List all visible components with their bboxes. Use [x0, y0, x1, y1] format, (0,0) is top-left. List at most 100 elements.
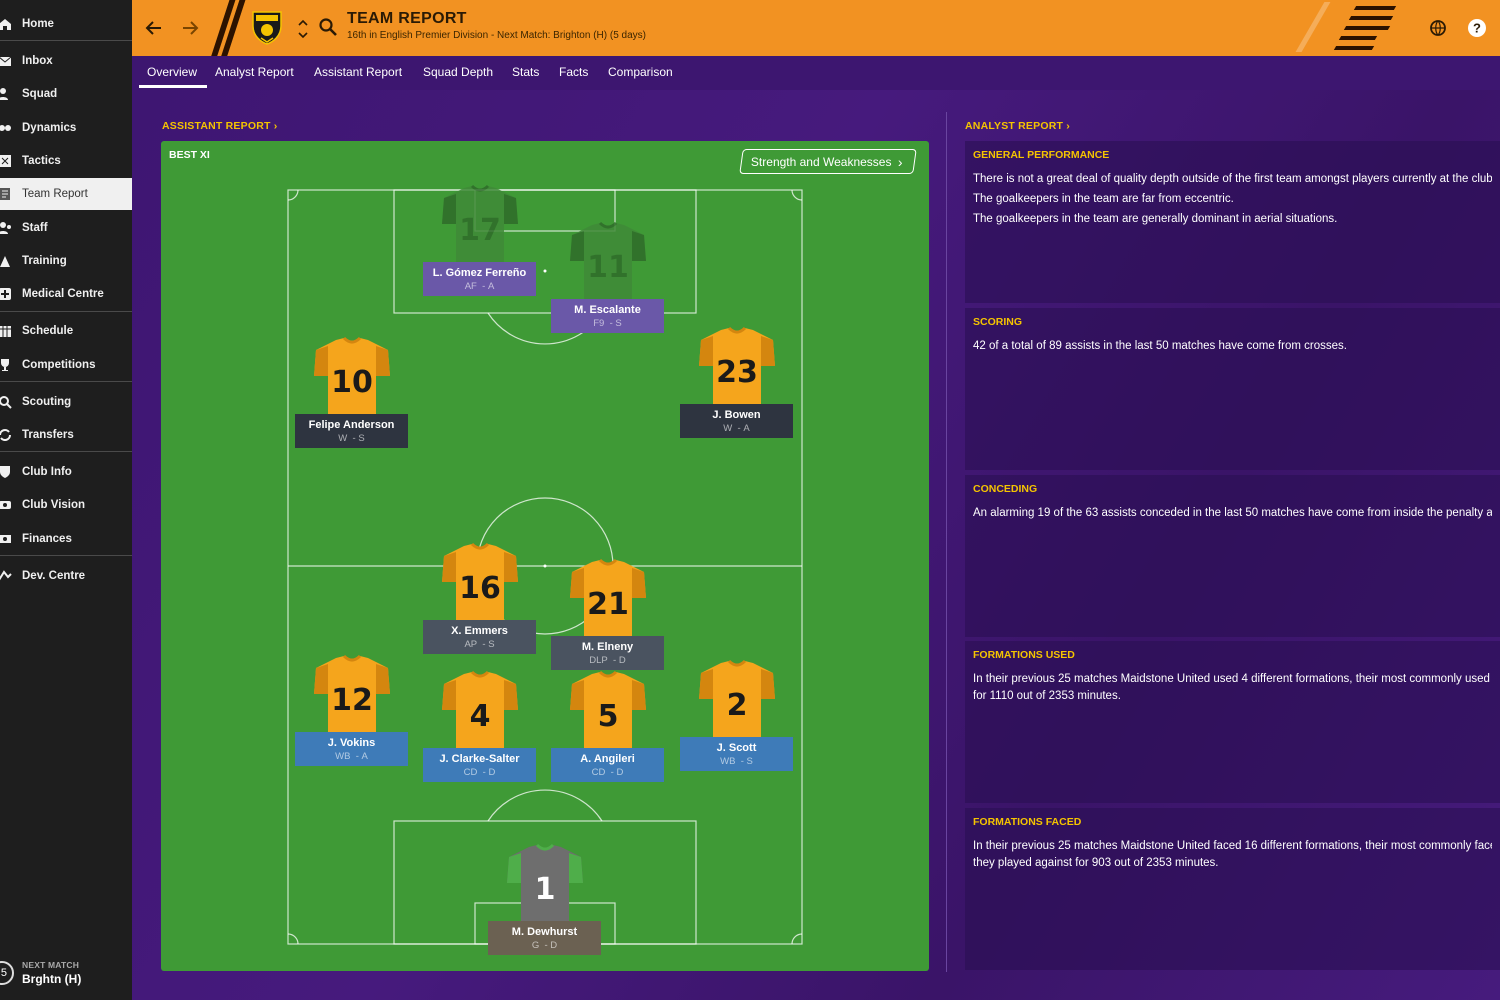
sidebar-item-tactics[interactable]: Tactics: [0, 145, 132, 177]
sidebar-item-squad[interactable]: Squad: [0, 78, 132, 110]
player-duty: D: [488, 766, 496, 778]
sidebar-item-club-vision[interactable]: Club Vision: [0, 489, 132, 521]
next-match-label: NEXT MATCH: [22, 960, 80, 970]
shirt-number: 23: [716, 355, 758, 390]
player-role: F9 - S: [593, 318, 622, 329]
player-plate[interactable]: X. Emmers AP - S: [423, 620, 536, 654]
player-plate[interactable]: A. Angileri CD - D: [551, 748, 664, 782]
tab-label: Stats: [512, 65, 540, 79]
player-role: W - S: [338, 433, 364, 444]
player-plate[interactable]: J. Vokins WB - A: [295, 732, 408, 766]
player-plate[interactable]: M. Escalante F9 - S: [551, 299, 664, 333]
shirt-icon: 21: [569, 558, 646, 636]
analyst-report-link[interactable]: ANALYST REPORT ›: [965, 120, 1070, 132]
player-card[interactable]: 5 A. Angileri CD - D: [551, 670, 664, 782]
sidebar-item-schedule[interactable]: Schedule: [0, 315, 132, 347]
search-button[interactable]: [318, 17, 338, 37]
sidebar-item-scouting[interactable]: Scouting: [0, 386, 132, 418]
back-button[interactable]: [140, 14, 168, 42]
tab-facts[interactable]: Facts: [559, 56, 588, 88]
club-switcher[interactable]: [298, 17, 308, 41]
sidebar-item-dev-centre[interactable]: Dev. Centre: [0, 560, 132, 592]
sidebar-item-medical-centre[interactable]: Medical Centre: [0, 278, 132, 310]
sidebar-item-staff[interactable]: Staff: [0, 212, 132, 244]
report-card-conceding: CONCEDING An alarming 19 of the 63 assist…: [965, 475, 1500, 637]
assistant-report-link[interactable]: ASSISTANT REPORT ›: [162, 120, 277, 132]
sidebar-item-finances[interactable]: Finances: [0, 523, 132, 555]
player-plate[interactable]: J. Scott WB - S: [680, 737, 793, 771]
help-button[interactable]: ?: [1463, 14, 1491, 42]
player-name: M. Escalante: [574, 303, 641, 316]
forward-button[interactable]: [176, 14, 204, 42]
strength-weaknesses-button[interactable]: Strength and Weaknesses ›: [739, 149, 917, 174]
player-position: F9: [593, 317, 605, 329]
sidebar-item-home[interactable]: Home: [0, 8, 132, 40]
player-card[interactable]: 17 L. Gómez Ferreño AF - A: [423, 184, 536, 296]
player-duty: A: [361, 750, 368, 762]
sidebar-item-competitions[interactable]: Competitions: [0, 349, 132, 381]
report-card-text: for 1110 out of 2353 minutes.: [973, 690, 1121, 702]
player-plate[interactable]: J. Bowen W - A: [680, 404, 793, 438]
player-card[interactable]: 4 J. Clarke-Salter CD - D: [423, 670, 536, 782]
next-match-badge: 5: [0, 961, 14, 985]
page-subtitle: 16th in English Premier Division - Next …: [347, 30, 646, 41]
club-crest-icon: [252, 11, 282, 45]
medical-icon: [0, 287, 12, 301]
analyst-report-heading: ANALYST REPORT: [965, 120, 1064, 132]
player-name: J. Bowen: [712, 408, 761, 421]
player-duty: S: [488, 638, 495, 650]
tab-squad-depth[interactable]: Squad Depth: [423, 56, 493, 88]
sidebar-item-dynamics[interactable]: Dynamics: [0, 112, 132, 144]
role-separator: -: [732, 422, 744, 434]
chevron-right-icon: ›: [273, 120, 278, 132]
transfers-icon: [0, 428, 12, 442]
role-separator: -: [539, 939, 551, 951]
tab-overview[interactable]: Overview: [147, 56, 197, 88]
tab-comparison[interactable]: Comparison: [608, 56, 673, 88]
role-separator: -: [604, 317, 616, 329]
role-separator: -: [607, 654, 619, 666]
player-duty: S: [746, 755, 753, 767]
tab-analyst-report[interactable]: Analyst Report: [215, 56, 294, 88]
player-plate[interactable]: Felipe Anderson W - S: [295, 414, 408, 448]
sidebar-item-label: Club Vision: [22, 499, 86, 511]
player-card[interactable]: 12 J. Vokins WB - A: [295, 654, 408, 766]
sidebar-item-label: Training: [22, 255, 67, 267]
inbox-icon: [0, 54, 12, 68]
role-separator: -: [477, 766, 489, 778]
player-name: L. Gómez Ferreño: [432, 266, 527, 279]
shirt-number: 5: [597, 699, 618, 734]
player-role: G - D: [532, 940, 557, 951]
player-plate[interactable]: M. Elneny DLP - D: [551, 636, 664, 670]
sidebar-item-inbox[interactable]: Inbox: [0, 45, 132, 77]
sidebar-item-training[interactable]: Training: [0, 245, 132, 277]
sidebar-divider: [0, 381, 132, 382]
player-plate[interactable]: M. Dewhurst G - D: [488, 921, 601, 955]
player-card[interactable]: 1 M. Dewhurst G - D: [488, 843, 601, 955]
player-card[interactable]: 10 Felipe Anderson W - S: [295, 336, 408, 448]
club-badge[interactable]: [250, 8, 284, 46]
tab-stats[interactable]: Stats: [512, 56, 539, 88]
player-plate[interactable]: L. Gómez Ferreño AF - A: [423, 262, 536, 296]
player-card[interactable]: 11 M. Escalante F9 - S: [551, 221, 664, 333]
shirt-number: 4: [469, 699, 490, 734]
player-name: J. Scott: [716, 741, 757, 754]
column-divider: [946, 112, 947, 972]
next-match-widget[interactable]: 5 NEXT MATCH Brghtn (H): [0, 958, 132, 990]
player-card[interactable]: 21 M. Elneny DLP - D: [551, 558, 664, 670]
sidebar: Home Inbox Squad Dynamics Tactics Team Report…: [0, 0, 132, 1000]
player-card[interactable]: 23 J. Bowen W - A: [680, 326, 793, 438]
tab-assistant-report[interactable]: Assistant Report: [314, 56, 402, 88]
sidebar-item-label: Club Info: [22, 466, 72, 478]
news-button[interactable]: [1424, 14, 1452, 42]
player-plate[interactable]: J. Clarke-Salter CD - D: [423, 748, 536, 782]
sidebar-item-team-report[interactable]: Team Report: [0, 178, 132, 210]
player-card[interactable]: 16 X. Emmers AP - S: [423, 542, 536, 654]
shirt-number: 12: [331, 683, 373, 718]
sidebar-item-transfers[interactable]: Transfers: [0, 419, 132, 451]
dev-centre-icon: [0, 569, 12, 583]
player-card[interactable]: 2 J. Scott WB - S: [680, 659, 793, 771]
sidebar-item-club-info[interactable]: Club Info: [0, 456, 132, 488]
report-card-text: There is not a great deal of quality dep…: [973, 173, 1492, 185]
chevron-up-down-icon: [298, 19, 308, 39]
